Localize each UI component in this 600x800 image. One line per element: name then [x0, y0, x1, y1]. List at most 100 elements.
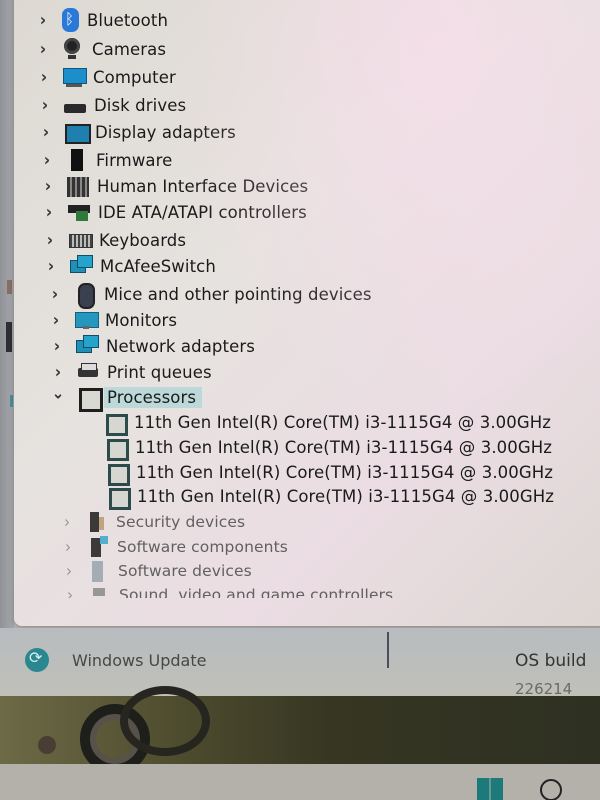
camera-icon — [62, 38, 84, 60]
processor-icon — [105, 436, 129, 461]
ide-controller-icon — [68, 201, 90, 223]
chevron-right-icon[interactable]: › — [48, 284, 62, 304]
chevron-right-icon[interactable]: › — [43, 230, 57, 250]
chevron-right-icon[interactable]: › — [51, 362, 65, 382]
chevron-right-icon[interactable]: › — [41, 176, 55, 196]
wallpaper-decoration — [120, 686, 210, 756]
tree-item-label: Sound, video and game controllers — [119, 586, 394, 598]
windows-start-icon[interactable] — [477, 778, 503, 800]
windows-update-icon[interactable] — [25, 648, 49, 672]
chevron-right-icon[interactable]: › — [63, 586, 77, 598]
tree-item-software-devices[interactable]: › Software devices — [62, 559, 252, 583]
tree-item-software-components[interactable]: › Software components — [61, 535, 288, 559]
chevron-right-icon[interactable]: › — [50, 336, 64, 356]
desktop-wallpaper — [0, 686, 600, 774]
windows-update-link[interactable]: Windows Update — [72, 651, 206, 670]
background-window-mark — [10, 395, 13, 407]
security-device-icon — [86, 511, 108, 533]
tree-item-label: IDE ATA/ATAPI controllers — [98, 202, 307, 222]
screen: › Bluetooth › Cameras › Computer › Disk … — [0, 0, 600, 800]
tree-item-label: Firmware — [96, 150, 173, 170]
chevron-right-icon[interactable]: › — [38, 95, 52, 115]
device-manager-panel: › Bluetooth › Cameras › Computer › Disk … — [14, 0, 600, 626]
settings-strip: Windows Update OS build 226214 — [0, 628, 600, 698]
tree-item-firmware[interactable]: › Firmware — [40, 148, 172, 172]
chevron-right-icon[interactable]: › — [39, 122, 53, 142]
chevron-right-icon[interactable]: › — [36, 39, 50, 59]
tree-item-label: McAfeeSwitch — [100, 256, 216, 276]
processor-item[interactable]: 11th Gen Intel(R) Core(TM) i3-1115G4 @ 3… — [107, 484, 555, 510]
background-window-edge — [0, 0, 14, 640]
tree-item-monitors[interactable]: › Monitors — [49, 308, 177, 332]
software-device-icon — [88, 560, 110, 582]
background-window-mark — [6, 322, 12, 352]
keyboard-icon — [69, 229, 93, 251]
processor-icon — [107, 485, 131, 510]
tree-item-label: Security devices — [116, 513, 246, 531]
processor-name: 11th Gen Intel(R) Core(TM) i3-1115G4 @ 3… — [134, 412, 552, 432]
firmware-chip-icon — [66, 149, 88, 171]
tree-item-mice[interactable]: › Mice and other pointing devices — [48, 282, 372, 309]
chevron-down-icon[interactable]: ⌄ — [51, 383, 65, 403]
tree-item-label: Computer — [93, 67, 176, 87]
tree-item-processors[interactable]: ⌄ Processors — [51, 383, 203, 412]
tree-item-network-adapters[interactable]: › Network adapters — [50, 334, 255, 358]
tree-item-disk-drives[interactable]: › Disk drives — [38, 93, 186, 117]
processor-name: 11th Gen Intel(R) Core(TM) i3-1115G4 @ 3… — [135, 437, 553, 457]
tree-item-label: Cameras — [92, 39, 167, 59]
processor-name: 11th Gen Intel(R) Core(TM) i3-1115G4 @ 3… — [136, 462, 554, 482]
chevron-right-icon[interactable]: › — [62, 561, 76, 581]
tree-item-label: Display adapters — [95, 122, 236, 142]
processor-item[interactable]: 11th Gen Intel(R) Core(TM) i3-1115G4 @ 3… — [105, 435, 553, 461]
processor-icon — [106, 461, 130, 486]
bluetooth-icon — [62, 8, 79, 32]
tree-item-cameras[interactable]: › Cameras — [36, 37, 166, 61]
tree-item-label: Keyboards — [99, 230, 187, 250]
tree-item-security-devices[interactable]: › Security devices — [60, 510, 245, 534]
mouse-icon — [74, 283, 96, 309]
search-icon[interactable] — [540, 779, 562, 800]
network-adapter-icon — [76, 335, 99, 357]
tree-item-computer[interactable]: › Computer — [37, 65, 176, 89]
tree-item-label: Software components — [117, 538, 288, 556]
chevron-right-icon[interactable]: › — [49, 310, 63, 330]
printer-icon — [77, 361, 99, 383]
chevron-right-icon[interactable]: › — [42, 202, 56, 222]
background-window-mark — [7, 280, 12, 294]
tree-item-ide-controllers[interactable]: › IDE ATA/ATAPI controllers — [42, 200, 307, 224]
network-switch-icon — [70, 255, 93, 277]
wallpaper-decoration — [38, 736, 56, 754]
tree-item-display-adapters[interactable]: › Display adapters — [39, 120, 236, 144]
computer-icon — [63, 66, 87, 88]
tree-item-print-queues[interactable]: › Print queues — [51, 360, 212, 384]
processor-icon — [77, 386, 103, 412]
tree-item-label: Monitors — [105, 310, 178, 330]
tree-item-label: Bluetooth — [87, 10, 168, 30]
chevron-right-icon[interactable]: › — [60, 512, 74, 532]
os-build-label: OS build — [515, 651, 587, 671]
tree-item-label: Processors — [104, 386, 203, 408]
tree-item-label: Software devices — [118, 562, 252, 580]
tree-item-mcafeeswitch[interactable]: › McAfeeSwitch — [44, 254, 216, 278]
chevron-right-icon[interactable]: › — [44, 256, 58, 276]
chevron-right-icon[interactable]: › — [37, 67, 51, 87]
sound-controller-icon — [89, 586, 111, 598]
taskbar — [0, 764, 600, 800]
monitor-icon — [75, 309, 99, 331]
tree-item-human-interface-devices[interactable]: › Human Interface Devices — [41, 174, 308, 198]
display-adapter-icon — [65, 121, 91, 144]
tree-item-bluetooth[interactable]: › Bluetooth — [36, 8, 168, 32]
tree-item-label: Print queues — [107, 362, 212, 382]
processor-name: 11th Gen Intel(R) Core(TM) i3-1115G4 @ 3… — [137, 486, 555, 506]
chevron-right-icon[interactable]: › — [61, 537, 75, 557]
processor-item[interactable]: 11th Gen Intel(R) Core(TM) i3-1115G4 @ 3… — [106, 460, 554, 486]
processor-item[interactable]: 11th Gen Intel(R) Core(TM) i3-1115G4 @ 3… — [104, 410, 552, 436]
tree-item-keyboards[interactable]: › Keyboards — [43, 228, 186, 252]
processor-icon — [104, 411, 128, 436]
tree-item-label: Network adapters — [106, 336, 255, 356]
chevron-right-icon[interactable]: › — [36, 10, 50, 30]
tree-item-label: Disk drives — [94, 95, 187, 115]
hid-icon — [67, 175, 89, 197]
tree-item-sound-video-game[interactable]: › Sound, video and game controllers — [63, 586, 393, 598]
chevron-right-icon[interactable]: › — [40, 150, 54, 170]
